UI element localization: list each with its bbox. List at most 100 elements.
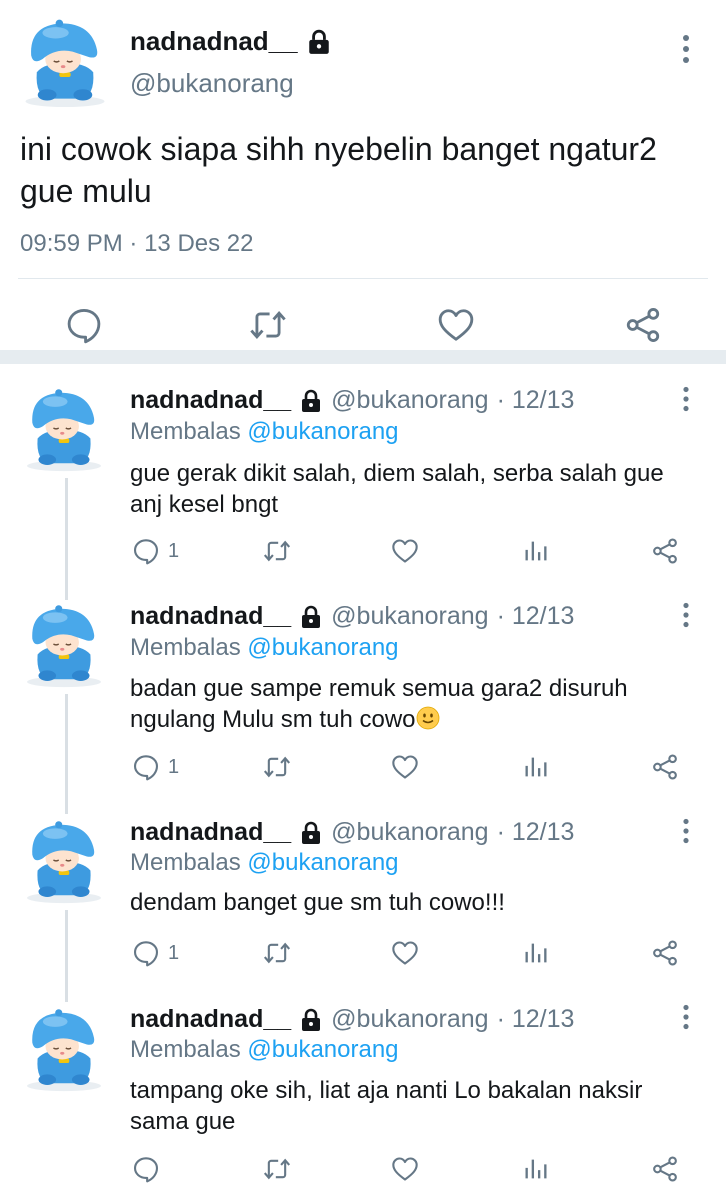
more-options-icon[interactable]	[681, 818, 691, 844]
author-line: nadnadnad__	[130, 26, 332, 57]
replying-to-link[interactable]: @bukanorang	[247, 418, 398, 445]
like-button[interactable]	[391, 939, 419, 967]
lock-icon	[299, 389, 323, 413]
replying-to-label: Membalas	[130, 634, 241, 661]
main-tweet: nadnadnad__ @bukanorang ini cowok siapa …	[0, 0, 726, 350]
retweet-button[interactable]	[263, 939, 291, 967]
analytics-button[interactable]	[522, 939, 550, 967]
share-icon	[651, 1155, 679, 1183]
reply-icon	[132, 537, 160, 565]
share-icon	[624, 306, 662, 344]
retweet-button[interactable]	[249, 306, 287, 344]
like-icon	[437, 306, 475, 344]
tweet-time: 09:59 PM	[20, 230, 123, 257]
retweet-icon	[263, 1155, 291, 1183]
reply-date: · 12/13	[496, 386, 575, 414]
reply-icon	[65, 306, 103, 344]
reply-date: · 12/13	[496, 818, 575, 846]
reply-text: tampang oke sih, liat aja nanti Lo bakal…	[130, 1077, 643, 1135]
thread-line	[65, 910, 68, 1002]
avatar[interactable]	[20, 816, 108, 904]
tweet-text: ini cowok siapa sihh nyebelin banget nga…	[20, 131, 657, 209]
lock-icon	[299, 821, 323, 845]
share-button[interactable]	[651, 939, 679, 967]
reply-button[interactable]: 1	[132, 939, 179, 967]
handle[interactable]: @bukanorang	[331, 818, 488, 847]
more-options-icon[interactable]	[681, 602, 691, 628]
thread-line	[65, 694, 68, 814]
reply-count: 1	[168, 755, 180, 778]
reply-text-content: badan gue sampe remuk semua gara2 disuru…	[130, 675, 628, 733]
reply-icon	[132, 753, 160, 781]
replying-to-label: Membalas	[130, 418, 241, 445]
like-button[interactable]	[391, 753, 419, 781]
slightly-smiling-face-icon	[416, 706, 440, 730]
more-options-icon[interactable]	[681, 386, 691, 412]
avatar[interactable]	[18, 14, 112, 108]
lock-icon	[299, 1008, 323, 1032]
display-name[interactable]: nadnadnad__	[130, 386, 291, 415]
reply-button[interactable]: 1	[132, 753, 179, 781]
analytics-icon	[522, 753, 550, 781]
replying-to: Membalas @bukanorang	[130, 1036, 399, 1064]
replying-to: Membalas @bukanorang	[130, 849, 399, 877]
replying-to-link[interactable]: @bukanorang	[247, 849, 398, 876]
reply-text: gue gerak dikit salah, diem salah, serba…	[130, 460, 664, 518]
like-button[interactable]	[391, 1155, 419, 1183]
share-icon	[651, 939, 679, 967]
retweet-icon	[263, 939, 291, 967]
reply-count: 1	[168, 539, 180, 562]
handle[interactable]: @bukanorang	[331, 602, 488, 631]
like-icon	[391, 1155, 419, 1183]
replying-to-link[interactable]: @bukanorang	[247, 1036, 398, 1063]
analytics-icon	[522, 939, 550, 967]
analytics-button[interactable]	[522, 753, 550, 781]
share-button[interactable]	[651, 1155, 679, 1183]
avatar[interactable]	[20, 600, 108, 688]
reply-button[interactable]: 1	[132, 537, 179, 565]
more-options-icon[interactable]	[681, 1004, 691, 1030]
reply-button[interactable]	[132, 1155, 168, 1183]
replying-to: Membalas @bukanorang	[130, 418, 399, 446]
handle[interactable]: @bukanorang	[130, 68, 294, 99]
display-name[interactable]: nadnadnad__	[130, 26, 298, 57]
timestamp: 09:59 PM · 13 Des 22	[20, 230, 253, 258]
analytics-button[interactable]	[522, 1155, 550, 1183]
retweet-button[interactable]	[263, 1155, 291, 1183]
reply-text: badan gue sampe remuk semua gara2 disuru…	[130, 673, 690, 735]
share-icon	[651, 537, 679, 565]
like-button[interactable]	[391, 537, 419, 565]
share-button[interactable]	[651, 537, 679, 565]
retweet-icon	[249, 306, 287, 344]
more-options-icon[interactable]	[680, 34, 692, 64]
handle[interactable]: @bukanorang	[331, 1005, 488, 1034]
retweet-button[interactable]	[263, 537, 291, 565]
share-button[interactable]	[624, 306, 662, 344]
retweet-button[interactable]	[263, 753, 291, 781]
like-button[interactable]	[437, 306, 475, 344]
author-line: nadnadnad__ @bukanorang · 12/13	[130, 386, 574, 415]
display-name[interactable]: nadnadnad__	[130, 602, 291, 631]
analytics-button[interactable]	[522, 537, 550, 565]
replying-to-label: Membalas	[130, 849, 241, 876]
share-button[interactable]	[651, 753, 679, 781]
replying-to-link[interactable]: @bukanorang	[247, 634, 398, 661]
retweet-icon	[263, 753, 291, 781]
display-name[interactable]: nadnadnad__	[130, 818, 291, 847]
display-name[interactable]: nadnadnad__	[130, 1005, 291, 1034]
author-line: nadnadnad__ @bukanorang · 12/13	[130, 818, 574, 847]
like-icon	[391, 939, 419, 967]
separator: ·	[129, 230, 138, 257]
avatar[interactable]	[20, 1004, 108, 1092]
share-icon	[651, 753, 679, 781]
handle[interactable]: @bukanorang	[331, 386, 488, 415]
avatar[interactable]	[20, 384, 108, 472]
reply-button[interactable]	[65, 306, 103, 344]
like-icon	[391, 753, 419, 781]
analytics-icon	[522, 537, 550, 565]
tweet-date: 13 Des 22	[144, 230, 254, 257]
lock-icon	[299, 605, 323, 629]
reply-icon	[132, 1155, 160, 1183]
replying-to-label: Membalas	[130, 1036, 241, 1063]
reply-date: · 12/13	[496, 1005, 575, 1033]
